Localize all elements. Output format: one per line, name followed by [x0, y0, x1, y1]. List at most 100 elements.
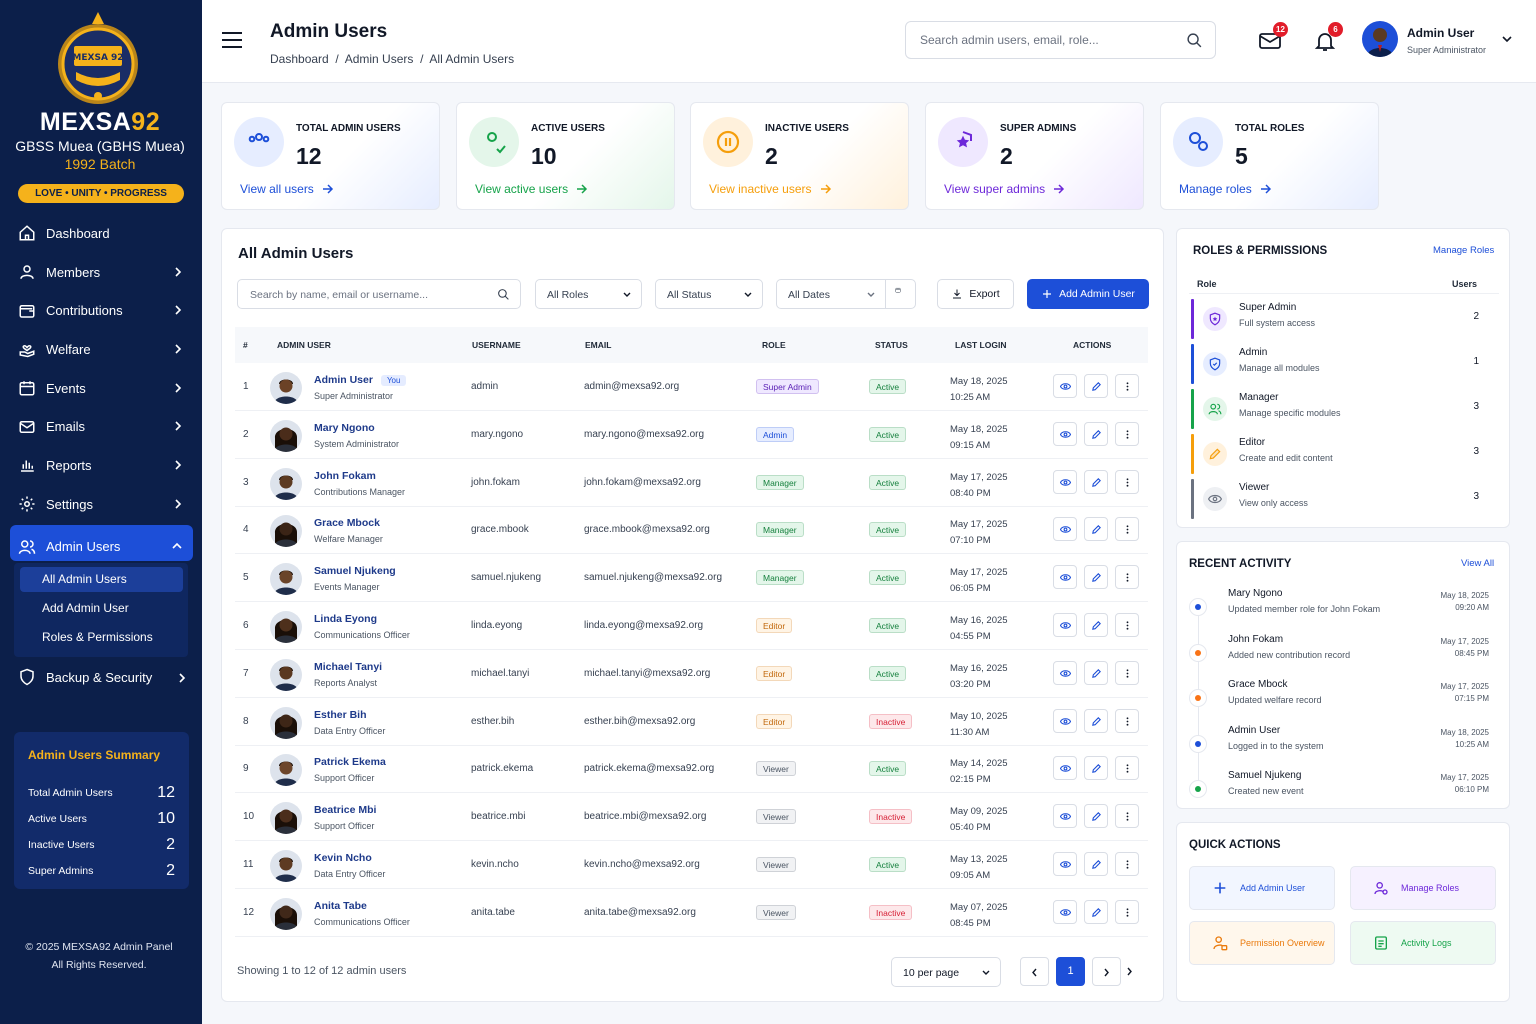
admin-user-name[interactable]: Patrick Ekema — [314, 756, 386, 768]
global-search-input[interactable]: Search admin users, email, role... — [905, 21, 1216, 59]
notifications-button[interactable]: 6 — [1313, 22, 1343, 53]
role-item-super-admin[interactable]: Super Admin Full system access 2 — [1191, 299, 1497, 339]
role-item-admin[interactable]: Admin Manage all modules 1 — [1191, 344, 1497, 384]
nav-item-events[interactable]: Events — [0, 369, 202, 408]
table-row[interactable]: 6 Linda Eyong Communications Officer lin… — [235, 602, 1148, 650]
edit-button[interactable] — [1084, 852, 1108, 876]
nav-item-welfare[interactable]: Welfare — [0, 330, 202, 369]
edit-button[interactable] — [1084, 660, 1108, 685]
stat-link[interactable]: View super admins — [944, 182, 1065, 196]
brand-logo[interactable]: MEXSA 92 — [52, 10, 144, 106]
activity-item[interactable]: Mary Ngono Updated member role for John … — [1189, 588, 1499, 628]
export-button[interactable]: Export — [937, 279, 1014, 309]
view-button[interactable] — [1053, 469, 1077, 494]
user-name[interactable]: Admin User — [1407, 26, 1474, 40]
view-button[interactable] — [1053, 660, 1077, 685]
activity-item[interactable]: Admin User Logged in to the system May 1… — [1189, 725, 1499, 765]
role-item-manager[interactable]: Manager Manage specific modules 3 — [1191, 389, 1497, 429]
more-options-button[interactable] — [1115, 565, 1139, 590]
role-item-viewer[interactable]: Viewer View only access 3 — [1191, 479, 1497, 519]
mail-button[interactable]: 12 — [1258, 22, 1288, 53]
quick-activity-logs[interactable]: Activity Logs — [1350, 921, 1496, 965]
view-button[interactable] — [1053, 565, 1077, 590]
view-button[interactable] — [1053, 804, 1077, 829]
edit-button[interactable] — [1084, 421, 1108, 446]
table-search-input[interactable]: Search by name, email or username... — [237, 279, 521, 309]
quick-permission-overview[interactable]: Permission Overview — [1189, 921, 1335, 965]
activity-item[interactable]: Grace Mbock Updated welfare record May 1… — [1189, 679, 1499, 719]
edit-button[interactable] — [1084, 708, 1108, 733]
nav-item-admin-users[interactable]: Admin Users — [0, 528, 202, 567]
admin-user-name[interactable]: Admin User You — [314, 374, 407, 386]
edit-button[interactable] — [1084, 613, 1108, 637]
edit-button[interactable] — [1084, 899, 1108, 924]
view-button[interactable] — [1053, 756, 1077, 781]
subnav-roles-permissions[interactable]: Roles & Permissions — [20, 625, 183, 650]
subnav-all-admin-users[interactable]: All Admin Users — [20, 567, 183, 592]
edit-button[interactable] — [1084, 804, 1108, 829]
more-options-button[interactable] — [1115, 374, 1139, 398]
edit-button[interactable] — [1084, 469, 1108, 494]
admin-user-name[interactable]: Linda Eyong — [314, 613, 377, 625]
table-row[interactable]: 11 Kevin Ncho Data Entry Officer kevin.n… — [235, 841, 1148, 889]
more-options-button[interactable] — [1115, 708, 1139, 733]
col-status[interactable]: STATUS — [875, 340, 908, 350]
more-options-button[interactable] — [1115, 756, 1139, 781]
view-button[interactable] — [1053, 517, 1077, 542]
admin-user-name[interactable]: Mary Ngono — [314, 422, 375, 434]
quick-add-admin-user[interactable]: Add Admin User — [1189, 866, 1335, 910]
nav-item-dashboard[interactable]: Dashboard — [0, 214, 202, 253]
admin-user-name[interactable]: John Fokam — [314, 470, 376, 482]
col-role[interactable]: ROLE — [762, 340, 786, 350]
table-row[interactable]: 7 Michael Tanyi Reports Analyst michael.… — [235, 650, 1148, 698]
table-row[interactable]: 2 Mary Ngono System Administrator mary.n… — [235, 411, 1148, 459]
more-options-button[interactable] — [1115, 660, 1139, 685]
page-button-current[interactable]: 1 — [1056, 957, 1085, 986]
table-row[interactable]: 8 Esther Bih Data Entry Officer esther.b… — [235, 698, 1148, 746]
col-last-login[interactable]: LAST LOGIN — [955, 340, 1006, 350]
col-username[interactable]: USERNAME — [472, 340, 521, 350]
stat-link[interactable]: Manage roles — [1179, 182, 1272, 196]
per-page-select[interactable]: 10 per page — [891, 957, 1001, 987]
admin-user-name[interactable]: Grace Mbock — [314, 517, 380, 529]
manage-roles-link[interactable]: Manage Roles — [1433, 245, 1494, 256]
avatar[interactable] — [1362, 21, 1398, 57]
more-options-button[interactable] — [1115, 804, 1139, 829]
admin-user-name[interactable]: Samuel Njukeng — [314, 565, 396, 577]
chevron-down-icon[interactable] — [1502, 36, 1512, 43]
role-item-editor[interactable]: Editor Create and edit content 3 — [1191, 434, 1497, 474]
admin-user-name[interactable]: Beatrice Mbi — [314, 804, 376, 816]
search-icon[interactable] — [1186, 32, 1203, 49]
prev-page-button[interactable] — [1020, 957, 1049, 986]
table-row[interactable]: 3 John Fokam Contributions Manager john.… — [235, 459, 1148, 507]
table-row[interactable]: 1 Admin User You Super Administrator admi… — [235, 363, 1148, 411]
admin-user-name[interactable]: Esther Bih — [314, 709, 367, 721]
date-filter-select[interactable]: All Dates — [776, 279, 916, 309]
view-all-activity-link[interactable]: View All — [1461, 558, 1494, 569]
nav-item-settings[interactable]: Settings — [0, 485, 202, 524]
activity-item[interactable]: Samuel Njukeng Created new event May 17,… — [1189, 770, 1499, 810]
more-options-button[interactable] — [1115, 613, 1139, 637]
edit-button[interactable] — [1084, 756, 1108, 781]
more-options-button[interactable] — [1115, 899, 1139, 924]
breadcrumb[interactable]: Dashboard / Admin Users / All Admin User… — [270, 52, 514, 66]
edit-button[interactable] — [1084, 517, 1108, 542]
nav-item-backup-security[interactable]: Backup & Security — [18, 668, 188, 686]
activity-item[interactable]: John Fokam Added new contribution record… — [1189, 634, 1499, 674]
view-button[interactable] — [1053, 899, 1077, 924]
role-filter-select[interactable]: All Roles — [535, 279, 642, 309]
status-filter-select[interactable]: All Status — [655, 279, 763, 309]
stat-link[interactable]: View active users — [475, 182, 588, 196]
nav-item-members[interactable]: Members — [0, 253, 202, 292]
nav-item-reports[interactable]: Reports — [0, 446, 202, 485]
view-button[interactable] — [1053, 421, 1077, 446]
more-options-button[interactable] — [1115, 469, 1139, 494]
subnav-add-admin-user[interactable]: Add Admin User — [20, 596, 183, 621]
table-row[interactable]: 4 Grace Mbock Welfare Manager grace.mboo… — [235, 506, 1148, 555]
table-row[interactable]: 5 Samuel Njukeng Events Manager samuel.n… — [235, 554, 1148, 603]
more-options-button[interactable] — [1115, 421, 1139, 446]
table-row[interactable]: 9 Patrick Ekema Support Officer patrick.… — [235, 745, 1148, 794]
quick-manage-roles[interactable]: Manage Roles — [1350, 866, 1496, 910]
add-admin-user-button[interactable]: Add Admin User — [1027, 279, 1149, 309]
more-options-button[interactable] — [1115, 517, 1139, 542]
